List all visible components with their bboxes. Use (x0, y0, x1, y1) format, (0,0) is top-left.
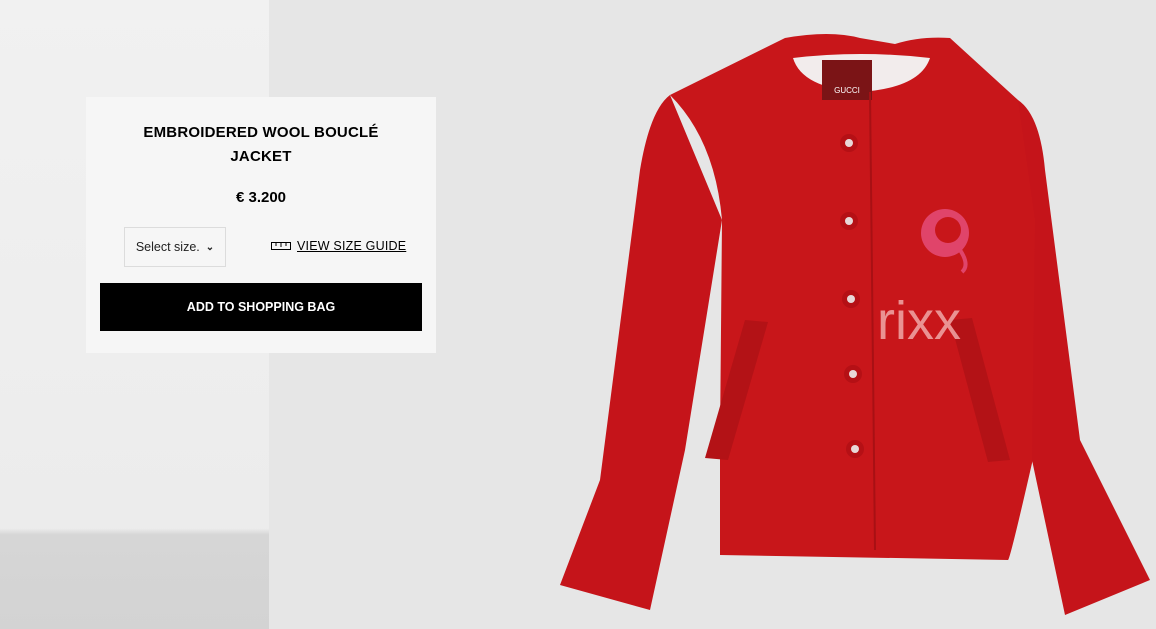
product-title: EMBROIDERED WOOL BOUCLÉ JACKET (143, 124, 379, 165)
size-guide-label: VIEW SIZE GUIDE (297, 239, 407, 253)
brand-label-text: GUCCI (834, 86, 860, 95)
chevron-down-icon: ⌄ (205, 241, 215, 253)
size-guide-link[interactable]: VIEW SIZE GUIDE (271, 239, 406, 253)
size-select-value: Select size. (135, 240, 200, 254)
add-to-shopping-bag-button[interactable]: ADD TO SHOPPING BAG (100, 283, 422, 331)
ruler-icon (271, 242, 291, 250)
product-info-card: EMBROIDERED WOOL BOUCLÉ JACKET € 3.200 S… (86, 97, 436, 353)
watermark-text: rixx (877, 291, 961, 351)
product-price: € 3.200 (235, 189, 287, 206)
product-jacket-image: GUCCI (560, 34, 1150, 615)
size-select[interactable]: Select size. ⌄ (124, 227, 226, 267)
